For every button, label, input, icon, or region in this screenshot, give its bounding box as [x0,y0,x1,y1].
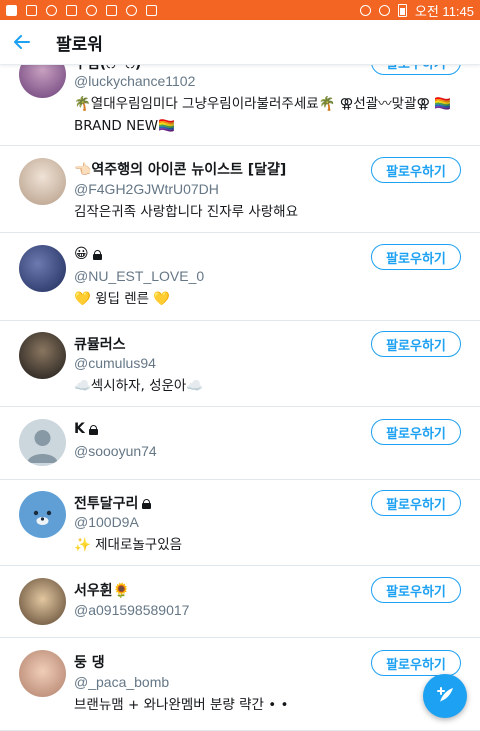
user-handle: @a091598589017 [74,602,190,618]
wifi-icon [378,4,390,16]
user-handle: @luckychance1102 [74,73,196,89]
avatar[interactable] [19,491,66,538]
user-name: 서우휜🌻 [74,583,131,599]
list-item[interactable]: 👈🏻역주행의 아이콘 뉴이스트 [달걀] @F4GH2GJWtrU07DH 김작… [0,146,480,233]
person-icon [27,430,58,463]
compose-tweet-button[interactable] [423,674,467,718]
user-handle: @soooyun74 [74,443,157,459]
follow-button[interactable]: 팔로우하기 [371,419,461,445]
avatar[interactable] [19,578,66,625]
mute-icon [359,4,371,16]
clock: 오전 11:45 [414,3,474,19]
lock-icon [92,250,102,260]
avatar[interactable] [19,650,66,697]
avatar[interactable] [19,158,66,205]
notification-icon [86,4,97,16]
user-name-text: 전투달구리 [74,496,139,512]
follow-button[interactable]: 팔로우하기 [371,331,461,357]
user-bio: ✨ 제대로놀구있음 [74,537,183,553]
follow-button[interactable]: 팔로우하기 [371,244,461,270]
app-notification-icon [6,4,17,16]
avatar[interactable] [19,65,66,98]
default-avatar[interactable] [19,419,66,466]
battery-icon [397,3,407,17]
notification-icon [26,4,37,16]
lock-icon [142,499,152,509]
list-item[interactable]: 큐뮬러스 @cumulus94 ☁️섹시하자, 성운아☁️ 팔로우하기 [0,321,480,407]
user-bio: 🌴열대우림임미다 그냥우림이라불러주세료🌴 ⚢선괄〰맞괄⚢ 🏳️‍🌈BRAND … [74,96,452,134]
user-handle: @F4GH2GJWtrU07DH [74,181,219,197]
user-name: 우림(ෆ ̈ ෆ) [74,65,141,73]
notification-icon [126,4,137,16]
seal-illustration [33,510,52,525]
follower-list: 우림(ෆ ̈ ෆ) @luckychance1102 🌴열대우림임미다 그냥우림… [0,65,480,731]
list-item[interactable]: K @soooyun74 팔로우하기 [0,407,480,480]
follow-button[interactable]: 팔로우하기 [371,65,461,75]
follow-button[interactable]: 팔로우하기 [371,577,461,603]
list-item[interactable]: 우림(ෆ ̈ ෆ) @luckychance1102 🌴열대우림임미다 그냥우림… [0,65,480,146]
user-name: 전투달구리 [74,493,152,513]
avatar[interactable] [19,332,66,379]
page-title: 팔로워 [56,34,103,55]
feather-plus-icon [437,687,453,702]
user-bio: 💛 윙딥 렌른 💛 [74,291,171,307]
list-item[interactable]: 😀 @NU_EST_LOVE_0 💛 윙딥 렌른 💛 팔로우하기 [0,233,480,321]
user-name-text: K [74,421,85,437]
app-bar: 팔로워 [0,20,480,65]
back-button[interactable] [0,20,44,65]
notification-icons [6,4,157,16]
list-item[interactable]: 서우휜🌻 @a091598589017 팔로우하기 [0,566,480,638]
user-name: 😀 [74,246,102,262]
user-handle: @NU_EST_LOVE_0 [74,268,205,284]
user-name: 큐뮬러스 [74,337,126,353]
notification-icon [66,4,77,16]
user-name: 둥 댕 [74,655,105,671]
avatar[interactable] [19,245,66,292]
follow-button[interactable]: 팔로우하기 [371,490,461,516]
list-item[interactable]: 둥 댕 @_paca_bomb 브랜뉴맴 + 와나완멤버 분량 략간 • • 팔… [0,638,480,731]
notification-icon [46,4,57,16]
arrow-left-icon [14,35,30,49]
user-bio: 김작은귀족 사랑합니다 진자루 사랑해요 [74,204,299,220]
user-handle: @100D9A [74,514,139,530]
follow-button[interactable]: 팔로우하기 [371,650,461,676]
user-name: 👈🏻역주행의 아이콘 뉴이스트 [달걀] [74,162,287,178]
follow-button[interactable]: 팔로우하기 [371,157,461,183]
status-bar: 오전 11:45 [0,0,480,20]
list-item[interactable]: 전투달구리 @100D9A ✨ 제대로놀구있음 팔로우하기 [0,480,480,566]
lock-icon [88,425,98,435]
user-name-text: 😀 [74,246,89,262]
notification-icon [106,4,117,16]
user-bio: 브랜뉴맴 + 와나완멤버 분량 략간 • • [74,697,289,713]
user-name: K [74,421,98,437]
user-handle: @_paca_bomb [74,674,170,690]
user-bio: ☁️섹시하자, 성운아☁️ [74,378,204,394]
user-handle: @cumulus94 [74,355,156,371]
notification-icon [146,4,157,16]
